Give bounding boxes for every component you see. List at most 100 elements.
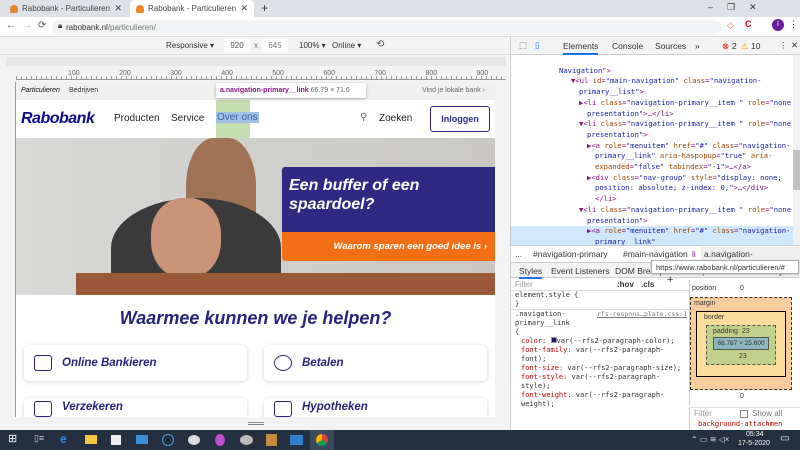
particulieren-link[interactable]: Particulieren bbox=[21, 87, 60, 94]
window-controls[interactable]: –❐✕ bbox=[708, 2, 771, 13]
kebab-menu-icon[interactable]: ⋮ bbox=[779, 40, 788, 51]
breadcrumb-more[interactable]: ... bbox=[515, 249, 522, 259]
rabobank-logo[interactable]: Rabobank bbox=[21, 110, 95, 128]
notifications-icon[interactable]: ▭ bbox=[780, 433, 789, 444]
forward-icon[interactable]: → bbox=[22, 20, 32, 31]
prop-value[interactable]: var(--rfs2-paragraph-color); bbox=[557, 337, 675, 345]
width-input[interactable]: 920 bbox=[224, 39, 250, 52]
card-online-bankieren[interactable]: Online Bankieren bbox=[24, 345, 247, 381]
border-box: border padding 23 66.787 × 25.600 23 bbox=[696, 311, 786, 377]
computed-filter-input[interactable]: Filter bbox=[694, 409, 712, 418]
zoom-select[interactable]: 100% ▾ bbox=[299, 41, 326, 50]
tab-event-listeners[interactable]: Event Listeners bbox=[551, 266, 610, 276]
new-tab-button[interactable]: + bbox=[261, 1, 268, 15]
close-tab-icon[interactable]: ✕ bbox=[240, 3, 248, 14]
device-toggle-icon[interactable]: ▯ bbox=[535, 40, 540, 51]
browser-tab-active[interactable]: Rabobank - Particulieren ✕ bbox=[130, 0, 254, 17]
help-heading: Waarmee kunnen we je helpen? bbox=[119, 308, 392, 328]
browser-tab[interactable]: Rabobank - Particulieren ✕ bbox=[4, 0, 128, 17]
clock-time[interactable]: 05:34 bbox=[746, 431, 764, 438]
app-icon[interactable] bbox=[266, 434, 277, 446]
windows-start-icon[interactable]: ⊞ bbox=[8, 432, 17, 445]
media-query-bar[interactable] bbox=[6, 57, 506, 66]
local-bank-link[interactable]: Vind je lokale bank › bbox=[422, 87, 485, 94]
snip-icon[interactable] bbox=[188, 435, 200, 445]
nav-producten[interactable]: Producten bbox=[114, 113, 160, 124]
card-betalen[interactable]: Betalen bbox=[264, 345, 487, 381]
tab-sources[interactable]: Sources bbox=[655, 41, 686, 51]
link-tooltip: https://www.rabobank.nl/particulieren/# bbox=[651, 260, 799, 274]
cortana-icon[interactable] bbox=[162, 434, 174, 446]
rotate-icon[interactable]: ⟲ bbox=[376, 39, 384, 50]
tab-console[interactable]: Console bbox=[612, 41, 643, 51]
network-select[interactable]: Online ▾ bbox=[332, 41, 361, 50]
breadcrumb-item[interactable]: #navigation-primary bbox=[533, 249, 608, 259]
bedrijven-link[interactable]: Bedrijven bbox=[69, 87, 98, 94]
element-style-rule[interactable]: element.style { bbox=[515, 291, 685, 300]
back-icon[interactable]: ← bbox=[6, 20, 16, 31]
profile-avatar[interactable]: I bbox=[772, 19, 784, 31]
inspect-icon[interactable]: ⬚ bbox=[519, 40, 527, 51]
extension-red-icon[interactable]: C bbox=[745, 19, 752, 29]
device-select[interactable]: Responsive ▾ bbox=[166, 41, 214, 50]
dom-tree[interactable]: Navigation"> ▼<ul id="main-navigation" cl… bbox=[511, 55, 793, 245]
search-link[interactable]: Zoeken bbox=[379, 113, 412, 124]
url-field[interactable]: rabobank.nl/particulieren/ bbox=[52, 20, 722, 35]
tab-elements[interactable]: Elements bbox=[563, 41, 599, 55]
clock-date[interactable]: 17-5-2020 bbox=[738, 440, 770, 447]
nav-over-ons[interactable]: Over ons bbox=[216, 112, 259, 123]
tab-bar: Rabobank - Particulieren ✕ Rabobank - Par… bbox=[0, 0, 800, 17]
close-devtools-icon[interactable]: ✕ bbox=[791, 40, 798, 51]
chrome-taskbar-button[interactable] bbox=[310, 430, 334, 450]
vertical-ruler bbox=[0, 82, 16, 417]
system-tray-icons[interactable]: ⌃ ▭ ≋ ◁× bbox=[691, 435, 729, 444]
prop-name[interactable]: font-family bbox=[521, 346, 567, 354]
prop-name[interactable]: font-weight bbox=[521, 391, 567, 399]
margin-label: margin bbox=[694, 300, 716, 307]
close-tab-icon[interactable]: ✕ bbox=[114, 3, 122, 14]
photos-icon[interactable] bbox=[290, 435, 303, 445]
rule-selector[interactable]: .navigation-primary__link { bbox=[515, 310, 575, 337]
extension-icon[interactable]: ◇ bbox=[727, 20, 734, 31]
menu-icon[interactable]: ⋮ bbox=[789, 19, 798, 30]
prop-name[interactable]: font-style bbox=[521, 373, 563, 381]
prop-name[interactable]: font-size bbox=[521, 364, 559, 372]
nav-service[interactable]: Service bbox=[171, 113, 204, 124]
card-hypotheken[interactable]: Hypotheken bbox=[264, 398, 487, 417]
computed-property[interactable]: background-attachmen bbox=[698, 420, 782, 428]
warning-count[interactable]: 10 bbox=[751, 41, 760, 51]
error-count[interactable]: 2 bbox=[732, 41, 737, 51]
breadcrumb-item[interactable]: #main-navigation bbox=[623, 249, 688, 259]
computer-icon bbox=[34, 355, 52, 371]
more-tabs-button[interactable]: » bbox=[695, 41, 700, 51]
edge-icon[interactable]: e bbox=[60, 432, 67, 446]
new-rule-button[interactable]: + bbox=[667, 275, 673, 286]
search-icon[interactable]: ⚲ bbox=[360, 112, 367, 123]
height-input[interactable]: 645 bbox=[262, 39, 288, 52]
ruler-label: 200 bbox=[119, 70, 131, 77]
promo-box[interactable]: Een buffer of een spaardoel? bbox=[282, 167, 495, 232]
mail-icon[interactable] bbox=[136, 435, 148, 444]
tooltip-size: 66.79 × 71.6 bbox=[310, 87, 350, 94]
resize-handle[interactable] bbox=[0, 417, 510, 430]
breadcrumb-item[interactable]: li bbox=[692, 249, 696, 259]
file-explorer-icon[interactable] bbox=[85, 435, 97, 444]
hov-toggle[interactable]: :hov bbox=[617, 280, 634, 289]
styles-filter-input[interactable]: Filter bbox=[515, 280, 533, 289]
prop-value[interactable]: var(--rfs2-paragraph-size); bbox=[567, 364, 681, 372]
login-button[interactable]: Inloggen bbox=[430, 106, 490, 132]
task-view-icon[interactable]: ▯≡ bbox=[34, 433, 44, 444]
dom-scrollbar[interactable] bbox=[793, 55, 800, 245]
paint-icon[interactable] bbox=[240, 435, 253, 445]
card-verzekeren[interactable]: Verzekeren bbox=[24, 398, 247, 417]
rule-source-link[interactable]: rfs-respons…plate.css:1 bbox=[597, 310, 687, 319]
prop-name[interactable]: color bbox=[521, 337, 542, 345]
promo-cta[interactable]: Waarom sparen een goed idee is › bbox=[282, 232, 495, 261]
padding-top: 23 bbox=[742, 328, 750, 335]
show-all-checkbox[interactable] bbox=[740, 410, 748, 418]
store-icon[interactable] bbox=[111, 435, 121, 445]
cls-toggle[interactable]: .cls bbox=[641, 280, 654, 289]
paint3d-icon[interactable] bbox=[215, 434, 225, 446]
padding-bottom: 23 bbox=[739, 353, 747, 360]
reload-icon[interactable]: ⟳ bbox=[38, 20, 46, 31]
